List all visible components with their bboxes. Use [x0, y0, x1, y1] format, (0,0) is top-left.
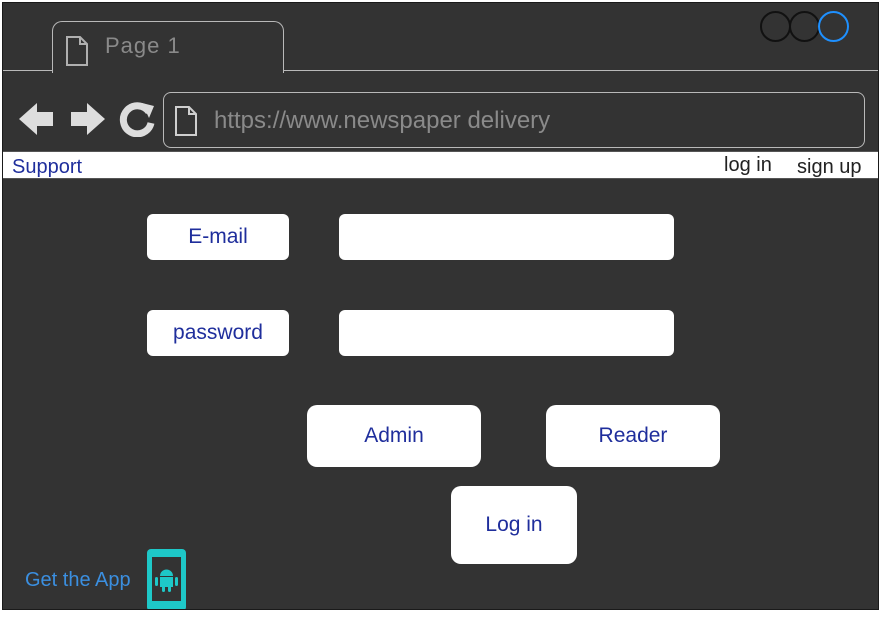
- password-field[interactable]: [339, 310, 674, 356]
- tab-label: Page 1: [105, 33, 181, 58]
- forward-arrow-icon[interactable]: [69, 101, 105, 137]
- address-bar[interactable]: https://www.newspaper delivery: [163, 92, 865, 148]
- admin-button[interactable]: Admin: [307, 405, 481, 467]
- tab-page-1[interactable]: Page 1: [52, 21, 284, 73]
- back-arrow-icon[interactable]: [19, 101, 55, 137]
- top-menu-bar: Support log in sign up: [3, 151, 878, 179]
- login-button[interactable]: Log in: [451, 486, 577, 564]
- email-field[interactable]: [339, 214, 674, 260]
- maximize-window-button[interactable]: [789, 11, 820, 42]
- login-link[interactable]: log in: [724, 154, 772, 177]
- get-the-app-link[interactable]: Get the App: [25, 569, 131, 592]
- android-phone-icon[interactable]: [147, 549, 186, 609]
- android-icon: [155, 569, 178, 592]
- email-label: E-mail: [147, 214, 289, 260]
- page-icon: [66, 36, 88, 66]
- reader-button[interactable]: Reader: [546, 405, 720, 467]
- minimize-window-button[interactable]: [760, 11, 791, 42]
- signup-link[interactable]: sign up: [797, 156, 862, 179]
- page-icon: [175, 106, 197, 136]
- url-text: https://www.newspaper delivery: [214, 107, 551, 134]
- password-label: password: [147, 310, 289, 356]
- close-window-button[interactable]: [818, 11, 849, 42]
- reload-icon[interactable]: [119, 101, 155, 137]
- browser-window: Page 1 https://www.newspaper delivery Su…: [2, 2, 879, 610]
- support-link[interactable]: Support: [12, 156, 82, 179]
